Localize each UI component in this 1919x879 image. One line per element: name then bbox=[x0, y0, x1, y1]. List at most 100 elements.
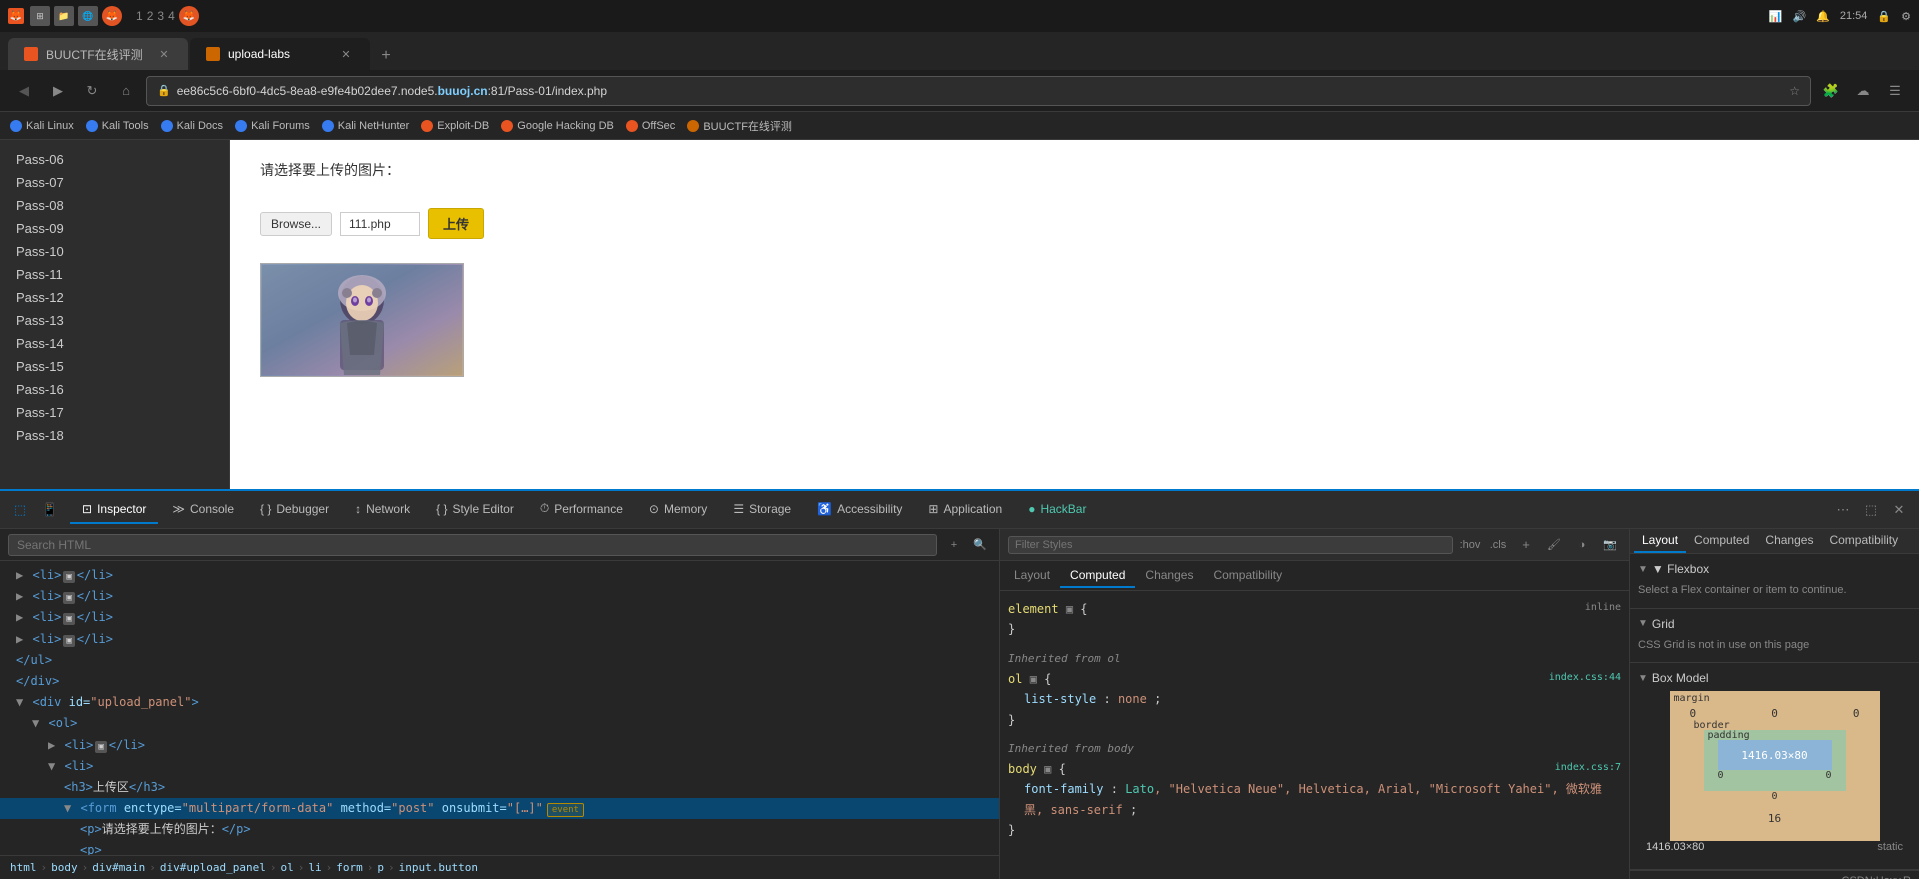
app-icon-1[interactable]: ⊞ bbox=[30, 6, 50, 26]
tab-buuctf[interactable]: BUUCTF在线评测 ✕ bbox=[8, 38, 188, 70]
extension-icon[interactable]: 🧩 bbox=[1817, 77, 1845, 105]
bookmark-kali-linux[interactable]: Kali Linux bbox=[10, 120, 74, 132]
responsive-mode-button[interactable]: 📱 bbox=[38, 498, 62, 522]
tab-console[interactable]: ≫ Console bbox=[160, 496, 246, 524]
styles-tab-layout[interactable]: Layout bbox=[1004, 564, 1060, 588]
devtools-close-button[interactable]: ✕ bbox=[1887, 498, 1911, 522]
breadcrumb-divupload[interactable]: div#upload_panel bbox=[160, 861, 266, 874]
toggle-arrow[interactable]: ▶ bbox=[16, 589, 23, 603]
layout-tab-layout[interactable]: Layout bbox=[1634, 529, 1686, 553]
search-add-button[interactable]: + bbox=[943, 534, 965, 556]
win-num-3[interactable]: 3 bbox=[157, 9, 164, 23]
tab-network[interactable]: ↕ Network bbox=[343, 496, 422, 524]
lato-link[interactable]: Lato bbox=[1125, 782, 1154, 796]
paint-button[interactable]: 🖌 bbox=[1543, 534, 1565, 556]
body-style-link[interactable]: index.css:7 bbox=[1555, 762, 1621, 773]
app-icon-firefox[interactable]: 🦊 bbox=[102, 6, 122, 26]
tab-upload[interactable]: upload-labs ✕ bbox=[190, 38, 370, 70]
toggle-arrow[interactable]: ▶ bbox=[16, 568, 23, 582]
breadcrumb-p[interactable]: p bbox=[377, 861, 384, 874]
tab-memory[interactable]: ⊙ Memory bbox=[637, 496, 719, 524]
html-line[interactable]: <h3>上传区</h3> bbox=[0, 777, 999, 798]
breadcrumb-ol[interactable]: ol bbox=[280, 861, 293, 874]
devtools-more-button[interactable]: ⋯ bbox=[1831, 498, 1855, 522]
sidebar-item-pass17[interactable]: Pass-17 bbox=[0, 401, 229, 424]
win-num-2[interactable]: 2 bbox=[147, 9, 154, 23]
bookmark-buuctf[interactable]: BUUCTF在线评测 bbox=[687, 118, 792, 134]
html-line[interactable]: </ul> bbox=[0, 650, 999, 671]
html-line[interactable]: ▶ <li>▣</li> bbox=[0, 735, 999, 756]
sync-icon[interactable]: ☁ bbox=[1849, 77, 1877, 105]
html-line[interactable]: <p>请选择要上传的图片：</p> bbox=[0, 819, 999, 840]
breadcrumb-body[interactable]: body bbox=[51, 861, 78, 874]
html-line[interactable]: <p> bbox=[0, 840, 999, 855]
bookmark-offsec[interactable]: OffSec bbox=[626, 120, 675, 132]
home-button[interactable]: ⌂ bbox=[112, 77, 140, 105]
bookmark-google-hacking[interactable]: Google Hacking DB bbox=[501, 120, 614, 132]
refresh-button[interactable]: ↻ bbox=[78, 77, 106, 105]
bookmark-kali-forums[interactable]: Kali Forums bbox=[235, 120, 310, 132]
html-line[interactable]: ▶ <li>▣</li> bbox=[0, 607, 999, 628]
sidebar-item-pass15[interactable]: Pass-15 bbox=[0, 355, 229, 378]
html-line[interactable]: ▼ <div id="upload_panel"> bbox=[0, 692, 999, 713]
html-line[interactable]: ▼ <ol> bbox=[0, 713, 999, 734]
flexbox-title[interactable]: ▼ ▼ Flexbox bbox=[1638, 562, 1911, 576]
tab-debugger[interactable]: { } Debugger bbox=[248, 496, 341, 524]
html-search-input[interactable] bbox=[8, 534, 937, 556]
address-bar[interactable]: 🔒 ee86c5c6-6bf0-4dc5-8ea8-e9fe4b02dee7.n… bbox=[146, 76, 1811, 106]
styles-tab-changes[interactable]: Changes bbox=[1135, 564, 1203, 588]
layout-tab-computed[interactable]: Computed bbox=[1686, 529, 1757, 553]
win-num-1[interactable]: 1 bbox=[136, 9, 143, 23]
win-num-4[interactable]: 4 bbox=[168, 9, 175, 23]
toggle-arrow[interactable]: ▼ bbox=[16, 695, 23, 709]
breadcrumb-divmain[interactable]: div#main bbox=[92, 861, 145, 874]
color-toggle-button[interactable]: ◑ bbox=[1571, 534, 1593, 556]
style-link[interactable]: index.css:44 bbox=[1549, 672, 1621, 683]
bookmark-kali-tools[interactable]: Kali Tools bbox=[86, 120, 149, 132]
sidebar-item-pass08[interactable]: Pass-08 bbox=[0, 194, 229, 217]
breadcrumb-form[interactable]: form bbox=[336, 861, 363, 874]
toggle-arrow[interactable]: ▼ bbox=[64, 801, 71, 815]
breadcrumb-li[interactable]: li bbox=[308, 861, 321, 874]
app-icon-2[interactable]: 📁 bbox=[54, 6, 74, 26]
tab-hackbar[interactable]: ● HackBar bbox=[1016, 496, 1098, 524]
sidebar-item-pass07[interactable]: Pass-07 bbox=[0, 171, 229, 194]
element-picker-button[interactable]: ⬚ bbox=[8, 498, 32, 522]
tab-style-editor[interactable]: { } Style Editor bbox=[424, 496, 526, 524]
box-model-title[interactable]: ▼ Box Model bbox=[1638, 671, 1911, 685]
forward-button[interactable]: ▶ bbox=[44, 77, 72, 105]
html-line[interactable]: ▶ <li>▣</li> bbox=[0, 586, 999, 607]
menu-button[interactable]: ☰ bbox=[1881, 77, 1909, 105]
sidebar-item-pass16[interactable]: Pass-16 bbox=[0, 378, 229, 401]
app-icon-ff2[interactable]: 🦊 bbox=[179, 6, 199, 26]
sidebar-item-pass18[interactable]: Pass-18 bbox=[0, 424, 229, 447]
sidebar-item-pass14[interactable]: Pass-14 bbox=[0, 332, 229, 355]
filter-styles-input[interactable] bbox=[1008, 536, 1453, 554]
bookmark-exploit-db[interactable]: Exploit-DB bbox=[421, 120, 489, 132]
breadcrumb-input[interactable]: input.button bbox=[399, 861, 478, 874]
sidebar-item-pass06[interactable]: Pass-06 bbox=[0, 148, 229, 171]
styles-tab-computed[interactable]: Computed bbox=[1060, 564, 1135, 588]
sidebar-item-pass13[interactable]: Pass-13 bbox=[0, 309, 229, 332]
html-line[interactable]: </div> bbox=[0, 671, 999, 692]
cls-button[interactable]: .cls bbox=[1487, 534, 1509, 556]
screenshot-button[interactable]: 📷 bbox=[1599, 534, 1621, 556]
devtools-undock-button[interactable]: ⬚ bbox=[1859, 498, 1883, 522]
search-filter-button[interactable]: 🔍 bbox=[969, 534, 991, 556]
tab-inspector[interactable]: ⊡ Inspector bbox=[70, 496, 158, 524]
toggle-arrow[interactable]: ▶ bbox=[16, 632, 23, 646]
sidebar-item-pass12[interactable]: Pass-12 bbox=[0, 286, 229, 309]
html-line-selected[interactable]: ▼ <form enctype="multipart/form-data" me… bbox=[0, 798, 999, 819]
toggle-arrow[interactable]: ▼ bbox=[32, 716, 39, 730]
toggle-arrow[interactable]: ▼ bbox=[48, 759, 55, 773]
tab-close-buuctf[interactable]: ✕ bbox=[156, 46, 172, 62]
submit-button[interactable]: 上传 bbox=[428, 208, 484, 239]
back-button[interactable]: ◀ bbox=[10, 77, 38, 105]
styles-tab-compatibility[interactable]: Compatibility bbox=[1203, 564, 1292, 588]
sidebar-item-pass11[interactable]: Pass-11 bbox=[0, 263, 229, 286]
sidebar-item-pass10[interactable]: Pass-10 bbox=[0, 240, 229, 263]
breadcrumb-html[interactable]: html bbox=[10, 861, 37, 874]
tab-performance[interactable]: ⏱ Performance bbox=[528, 495, 635, 524]
tab-close-upload[interactable]: ✕ bbox=[338, 46, 354, 62]
app-icon-3[interactable]: 🌐 bbox=[78, 6, 98, 26]
